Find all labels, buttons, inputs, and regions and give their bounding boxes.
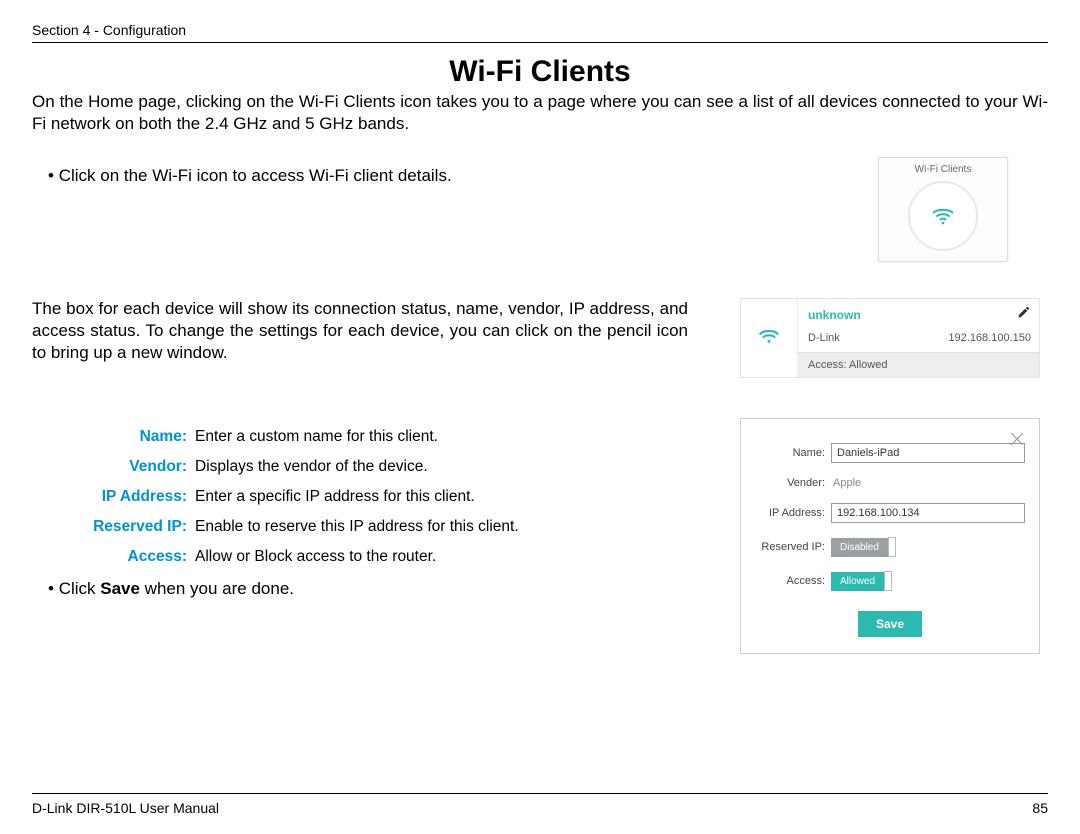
bullet-click-save: Click Save when you are done. <box>32 578 688 600</box>
page-title: Wi-Fi Clients <box>32 55 1048 89</box>
device-vendor: D-Link <box>808 332 840 344</box>
intro-paragraph: On the Home page, clicking on the Wi-Fi … <box>32 91 1048 135</box>
field-definitions: Name: Enter a custom name for this clien… <box>32 428 688 566</box>
close-icon[interactable] <box>1005 427 1029 451</box>
footer-page-number: 85 <box>1032 800 1048 816</box>
def-reserved-label: Reserved IP: <box>32 518 195 536</box>
device-ip: 192.168.100.150 <box>948 332 1031 344</box>
dialog-ip-input[interactable] <box>831 503 1025 523</box>
wifi-icon[interactable] <box>908 181 978 251</box>
footer-divider <box>32 793 1048 794</box>
edit-client-dialog: Name: Vender: Apple IP Address: Reserved… <box>740 418 1040 654</box>
def-access-label: Access: <box>32 548 195 566</box>
device-name: unknown <box>808 308 861 322</box>
def-ip-text: Enter a specific IP address for this cli… <box>195 488 475 506</box>
section-header: Section 4 - Configuration <box>32 22 1048 38</box>
dialog-access-label: Access: <box>755 575 831 587</box>
bullet-wifi-icon-access: Click on the Wi-Fi icon to access Wi-Fi … <box>32 165 748 187</box>
def-name-label: Name: <box>32 428 195 446</box>
dialog-name-input[interactable] <box>831 443 1025 463</box>
dialog-name-label: Name: <box>755 447 831 459</box>
access-toggle[interactable]: Allowed <box>831 571 892 591</box>
dialog-vendor-value: Apple <box>831 477 1025 489</box>
reserved-ip-toggle[interactable]: Disabled <box>831 537 896 557</box>
edit-pencil-icon[interactable] <box>1017 305 1031 324</box>
def-vendor-text: Displays the vendor of the device. <box>195 458 428 476</box>
save-button[interactable]: Save <box>858 611 922 637</box>
footer-manual-title: D-Link DIR-510L User Manual <box>32 800 219 816</box>
widget-title: Wi-Fi Clients <box>879 164 1007 175</box>
header-divider <box>32 42 1048 43</box>
dialog-reserved-label: Reserved IP: <box>755 541 831 553</box>
wifi-signal-icon <box>756 323 782 354</box>
device-access-status: Access: Allowed <box>808 359 887 371</box>
dialog-ip-label: IP Address: <box>755 507 831 519</box>
def-name-text: Enter a custom name for this client. <box>195 428 438 446</box>
def-access-text: Allow or Block access to the router. <box>195 548 436 566</box>
device-box-description: The box for each device will show its co… <box>32 298 688 364</box>
device-card: unknown D-Link 192.168.100.150 Access: A… <box>740 298 1040 378</box>
def-ip-label: IP Address: <box>32 488 195 506</box>
def-vendor-label: Vendor: <box>32 458 195 476</box>
wifi-clients-widget[interactable]: Wi-Fi Clients <box>878 157 1008 262</box>
def-reserved-text: Enable to reserve this IP address for th… <box>195 518 519 536</box>
dialog-vendor-label: Vender: <box>755 477 831 489</box>
